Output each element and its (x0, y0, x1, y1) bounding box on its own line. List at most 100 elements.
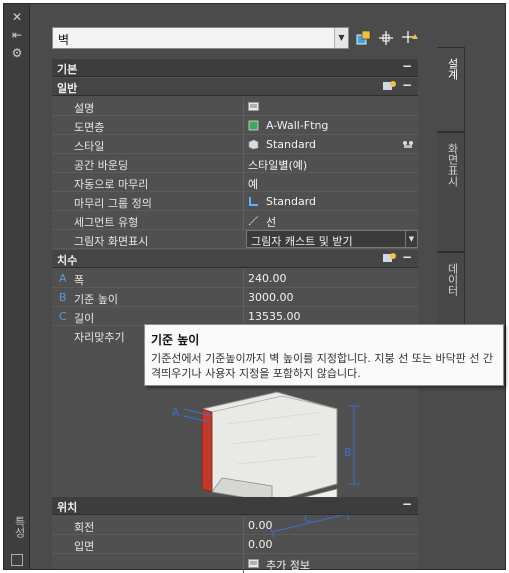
property-row-additional-info[interactable]: 추가 정보 (52, 554, 418, 573)
palette-title-strip[interactable]: ✕ ⇤ ⚙ 특성 (4, 4, 30, 569)
section-basic[interactable]: 기본 − (52, 59, 418, 77)
property-value: Standard (266, 195, 317, 208)
property-value: 스타일별(예) (248, 159, 308, 172)
palette-menu-icon[interactable] (11, 554, 23, 566)
collapse-icon[interactable]: − (402, 250, 412, 264)
collapse-icon[interactable]: − (402, 497, 412, 511)
property-row-base-height[interactable]: B 기준 높이 3000.00 (52, 288, 418, 307)
palette-title: 특성 (13, 516, 26, 538)
tooltip-body: 기준선에서 기준높이까지 벽 높이를 지정합니다. 지붕 선 또는 바닥판 선 … (151, 352, 494, 380)
property-label: 마무리 그룹 정의 (74, 197, 152, 210)
property-value: 13535.00 (248, 310, 301, 323)
property-value: 0.00 (248, 519, 273, 532)
column-divider (243, 554, 244, 573)
autohide-icon[interactable]: ⇤ (10, 28, 24, 42)
properties-palette: ✕ ⇤ ⚙ 특성 벽 ▼ 기본 − 일반 − 설명 도면층 A-Wall-Ftn… (3, 3, 507, 573)
chevron-down-icon[interactable]: ▼ (334, 28, 348, 48)
style-icon (248, 139, 259, 150)
property-row-autoclean[interactable]: 자동으로 마무리 예 (52, 173, 418, 192)
property-label: 설명 (74, 102, 95, 115)
property-label: 세그먼트 유형 (74, 216, 139, 229)
property-row-description[interactable]: 설명 (52, 97, 418, 116)
dropdown-value: 그림자 캐스트 및 받기 (251, 235, 353, 248)
tab-label: 설계 (446, 58, 459, 80)
property-label: 기준 높이 (74, 293, 118, 306)
property-row-layer[interactable]: 도면층 A-Wall-Ftng (52, 116, 418, 135)
property-value: 3000.00 (248, 291, 294, 304)
tooltip-title: 기준 높이 (151, 333, 200, 347)
property-label: 자동으로 마무리 (74, 178, 149, 191)
property-row-width[interactable]: A 폭 240.00 (52, 269, 418, 288)
dimension-key: B (59, 291, 67, 304)
dimension-key: A (59, 272, 67, 285)
property-value[interactable]: 추가 정보 (266, 557, 310, 573)
property-label: 그림자 화면표시 (74, 235, 149, 248)
quick-properties-icon[interactable] (382, 252, 396, 264)
property-value: 240.00 (248, 272, 287, 285)
section-title: 일반 (57, 82, 78, 95)
property-value: 선 (266, 216, 277, 229)
palette-tabs: 설계 화면표시 데이터 (437, 7, 507, 569)
shadow-display-dropdown[interactable]: 그림자 캐스트 및 받기 ▼ (246, 230, 418, 248)
property-value: 예 (248, 178, 259, 191)
properties-window: ✕ ⇤ ⚙ 특성 벽 ▼ 기본 − 일반 − 설명 도면층 A-Wall-Ftn… (0, 0, 509, 573)
object-type-value: 벽 (58, 33, 70, 47)
section-title: 치수 (57, 254, 78, 267)
tab-label: 데이터 (446, 263, 459, 296)
settings-icon[interactable]: ⚙ (10, 46, 24, 60)
line-segment-icon (248, 215, 259, 226)
column-divider (243, 135, 244, 154)
diagram-label-a: A (172, 406, 180, 419)
additional-info-icon[interactable] (248, 558, 259, 569)
section-location[interactable]: 위치 − (52, 497, 418, 515)
diagram-label-b: B (344, 446, 352, 459)
property-row-segment-type[interactable]: 세그먼트 유형 선 (52, 211, 418, 230)
layer-swatch-icon (248, 120, 259, 131)
section-dimensions[interactable]: 치수 − (52, 250, 418, 268)
property-row-shadow-display[interactable]: 그림자 화면표시 그림자 캐스트 및 받기 ▼ (52, 230, 418, 249)
column-divider (243, 192, 244, 211)
property-label: 폭 (74, 274, 85, 287)
tooltip: 기준 높이 기준선에서 기준높이까지 벽 높이를 지정합니다. 지붕 선 또는 … (144, 324, 504, 386)
property-label: 도면층 (74, 121, 105, 134)
tab-extended-data[interactable]: 데이터 (437, 252, 465, 332)
property-value: A-Wall-Ftng (266, 119, 329, 132)
quick-properties-icon[interactable] (382, 80, 396, 92)
column-divider (243, 154, 244, 173)
dimension-key: C (59, 310, 67, 323)
properties-main: 벽 ▼ 기본 − 일반 − 설명 도면층 A-Wall-Ftng 스타일 Sta… (34, 7, 436, 573)
property-row-style[interactable]: 스타일 Standard (52, 135, 418, 154)
object-type-dropdown[interactable]: 벽 ▼ (52, 27, 349, 49)
property-label: 공간 바운딩 (74, 159, 129, 172)
cleanup-group-icon (249, 197, 258, 206)
style-browse-icon[interactable] (402, 139, 414, 150)
chevron-down-icon[interactable]: ▼ (405, 231, 417, 247)
close-icon[interactable]: ✕ (10, 10, 24, 24)
column-divider (243, 173, 244, 192)
tab-design[interactable]: 설계 (437, 47, 465, 132)
property-row-cleanup-group[interactable]: 마무리 그룹 정의 Standard (52, 192, 418, 211)
description-icon[interactable] (248, 101, 259, 112)
property-label: 자리맞추기 (74, 331, 125, 344)
column-divider (243, 535, 244, 554)
select-objects-icon[interactable] (355, 29, 373, 47)
property-grid: 기본 − 일반 − 설명 도면층 A-Wall-Ftng 스타일 Standar… (52, 59, 418, 573)
column-divider (243, 116, 244, 135)
section-title: 기본 (57, 63, 78, 76)
property-row-elevation[interactable]: 입면 0.00 (52, 535, 418, 554)
property-row-bounding[interactable]: 공간 바운딩 스타일별(예) (52, 154, 418, 173)
collapse-icon[interactable]: − (402, 78, 412, 92)
property-value: 0.00 (248, 538, 273, 551)
section-title: 위치 (57, 501, 78, 514)
property-label: 회전 (74, 521, 95, 534)
section-general[interactable]: 일반 − (52, 78, 418, 96)
pickadd-icon[interactable] (377, 29, 395, 47)
collapse-icon[interactable]: − (402, 59, 412, 73)
property-label: 입면 (74, 540, 95, 553)
tab-display[interactable]: 화면표시 (437, 132, 465, 252)
tab-label: 화면표시 (446, 143, 459, 187)
property-row-rotation[interactable]: 회전 0.00 (52, 516, 418, 535)
column-divider (243, 97, 244, 116)
quick-select-icon[interactable] (401, 29, 419, 47)
property-value: Standard (266, 138, 317, 151)
